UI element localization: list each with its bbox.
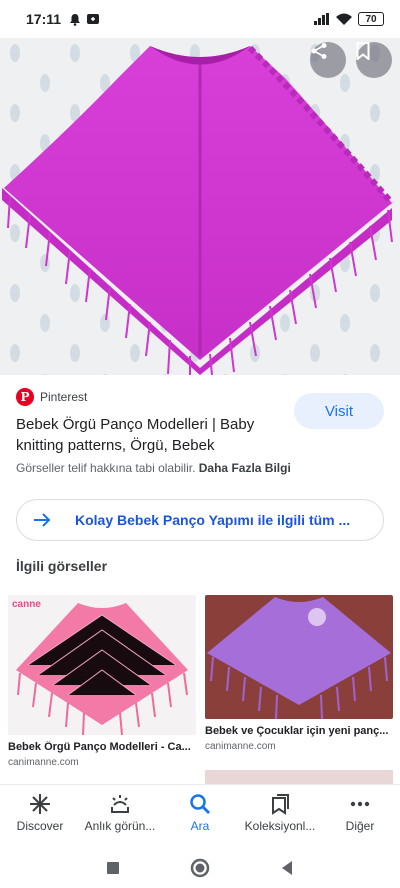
arrow-right-icon (34, 513, 51, 527)
system-navigation-bar (0, 848, 400, 888)
related-card[interactable]: canne Bebek Örgü Panço Modelleri - Ca...… (8, 595, 196, 768)
bookmark-icon (356, 42, 370, 60)
bookmark-button[interactable] (356, 42, 392, 78)
copyright-text: Görseller telif hakkına tabi olabilir. (16, 461, 196, 475)
share-icon (311, 43, 327, 59)
related-images-heading: İlgili görseller (16, 558, 108, 574)
visit-button[interactable]: Visit (294, 393, 384, 429)
nav-label: Diğer (345, 819, 375, 833)
bottom-navigation: Discover Anlık görün... Ara Koleksiyonl.… (0, 784, 400, 848)
search-icon (190, 794, 210, 814)
status-time: 17:11 (26, 11, 62, 27)
back-button-icon[interactable] (280, 860, 294, 876)
nav-snapshot[interactable]: Anlık görün... (80, 785, 160, 848)
nav-discover[interactable]: Discover (0, 785, 80, 848)
nav-label: Ara (190, 819, 210, 833)
related-card-title: Bebek ve Çocuklar için yeni panç... (205, 725, 389, 737)
result-title[interactable]: Bebek Örgü Panço Modelleri | Baby knitti… (16, 414, 286, 456)
signal-icon (314, 13, 329, 25)
poncho-image (0, 38, 400, 375)
app-notification-icon (87, 14, 100, 24)
discover-icon (30, 794, 50, 814)
battery-indicator: 70 (358, 12, 384, 26)
purple-poncho-image (205, 595, 393, 719)
collections-icon (272, 794, 289, 815)
more-icon (350, 801, 370, 807)
related-card-site: canimanne.com (8, 757, 79, 768)
nav-collections[interactable]: Koleksiyonl... (240, 785, 320, 848)
more-info-link[interactable]: Daha Fazla Bilgi (199, 461, 291, 475)
nav-search[interactable]: Ara (160, 785, 240, 848)
source-name: Pinterest (40, 390, 88, 404)
pink-poncho-image (8, 595, 196, 735)
related-card-title: Bebek Örgü Panço Modelleri - Ca... (8, 741, 191, 753)
notification-bell-icon (70, 13, 81, 26)
related-card[interactable]: Bebek ve Çocuklar için yeni panç... cani… (205, 595, 393, 752)
share-button[interactable] (310, 42, 346, 78)
related-search-text: Kolay Bebek Panço Yapımı ile ilgili tüm … (75, 512, 351, 528)
canimanne-watermark: canne (12, 599, 41, 610)
snapshot-icon (111, 795, 129, 813)
hero-image[interactable] (0, 38, 400, 375)
pinterest-logo-icon: P (16, 388, 34, 406)
source-row[interactable]: P Pinterest (16, 388, 87, 406)
related-search-chip[interactable]: Kolay Bebek Panço Yapımı ile ilgili tüm … (16, 499, 384, 541)
recents-button-icon[interactable] (106, 861, 120, 875)
related-thumbnail-peek[interactable] (205, 770, 393, 784)
nav-label: Discover (16, 819, 64, 833)
wifi-icon (336, 13, 352, 25)
related-thumbnail[interactable]: canne (8, 595, 196, 735)
home-button-icon[interactable] (190, 858, 210, 878)
status-bar: 17:11 70 (0, 0, 400, 38)
nav-label: Koleksiyonl... (244, 819, 316, 833)
copyright-notice: Görseller telif hakkına tabi olabilir. D… (16, 461, 291, 475)
related-thumbnail[interactable] (205, 595, 393, 719)
related-card-site: canimanne.com (205, 741, 276, 752)
nav-label: Anlık görün... (84, 819, 156, 833)
nav-more[interactable]: Diğer (320, 785, 400, 848)
